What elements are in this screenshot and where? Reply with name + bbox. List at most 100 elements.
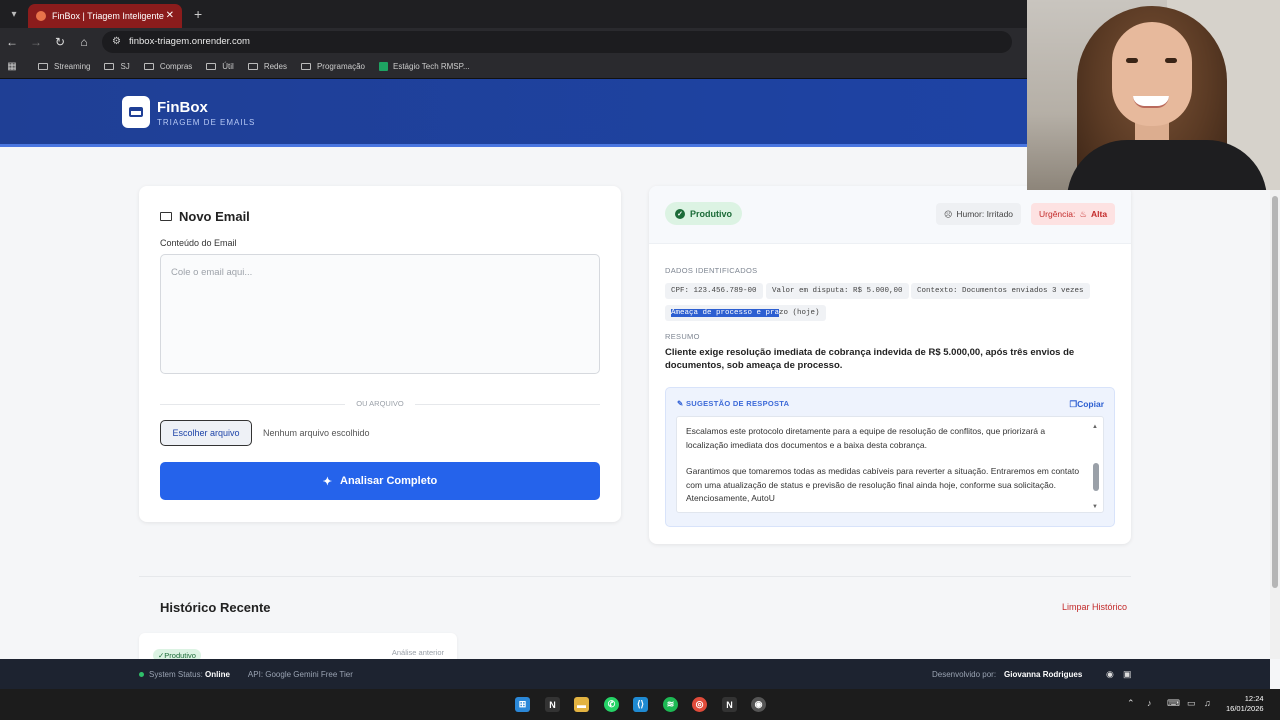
os-taskbar: ⊞ N ▬ ✆ ⟨⟩ ≋ ◎ N ◉ ⌃ ♪ ⌨ ▭ ♫ 12:24 16/01… (0, 689, 1280, 720)
notion-icon[interactable]: N (545, 697, 560, 712)
copy-icon: ❐ (1069, 399, 1078, 409)
bookmark-sj[interactable]: SJ (104, 62, 130, 71)
selected-text: Ameaça de processo e pra (671, 309, 780, 317)
new-email-card: Novo Email Conteúdo do Email Cole o emai… (139, 186, 621, 522)
category-badge: ✓ Produtivo (665, 202, 742, 225)
logo-icon (122, 96, 150, 128)
bookmark-redes[interactable]: Redes (247, 62, 287, 71)
bookmark-compras[interactable]: Compras (143, 62, 192, 71)
urgency-badge: Urgência: ♨ Alta (1031, 203, 1116, 225)
content-label: Conteúdo do Email (160, 238, 237, 248)
choose-file-button[interactable]: Escolher arquivo (160, 420, 252, 446)
card-title: Novo Email (160, 209, 250, 224)
chip-contexto: Contexto: Documentos enviados 3 vezes (911, 283, 1090, 299)
summary-section-title: RESUMO (665, 332, 700, 341)
whatsapp-icon[interactable]: ✆ (604, 697, 619, 712)
email-content-textarea[interactable]: Cole o email aqui... (160, 254, 600, 374)
system-clock[interactable]: 12:24 16/01/2026 (1226, 694, 1264, 714)
keyboard-icon[interactable]: ⌨ (1167, 698, 1180, 709)
folder-icon (206, 63, 217, 70)
copy-button[interactable]: ❐Copiar (1069, 399, 1104, 410)
sheets-icon (378, 62, 388, 71)
analyze-button[interactable]: ✦ Analisar Completo (160, 462, 600, 500)
status-dot-icon (139, 671, 144, 677)
clear-history-link[interactable]: Limpar Histórico (1062, 602, 1127, 612)
github-icon[interactable]: ◉ (1106, 669, 1114, 680)
data-section-title: DADOS IDENTIFICADOS (665, 266, 758, 275)
folder-icon (143, 63, 154, 70)
browser-tab[interactable]: FinBox | Triagem Inteligente ✕ (28, 3, 182, 28)
vscode-icon[interactable]: ⟨⟩ (633, 697, 648, 712)
scroll-down-icon[interactable]: ▼ (1092, 501, 1098, 512)
url-field[interactable]: ⚙ finbox-triagem.onrender.com (102, 30, 1012, 53)
page-scrollbar[interactable] (1270, 190, 1280, 659)
bookmark-programacao[interactable]: Programação (300, 62, 365, 71)
brand-subtitle: TRIAGEM DE EMAILS (157, 118, 256, 127)
folder-icon (247, 63, 258, 70)
folder-icon (300, 63, 311, 70)
spotify-icon[interactable]: ≋ (663, 697, 678, 712)
chip-valor: Valor em disputa: R$ 5.000,00 (766, 283, 909, 299)
check-circle-icon: ✓ (675, 208, 685, 219)
back-icon[interactable]: ← (0, 35, 24, 49)
summary-text: Cliente exige resolução imediata de cobr… (665, 347, 1075, 371)
history-item-meta: Análise anterior (391, 648, 444, 657)
history-title: Histórico Recente (160, 600, 271, 615)
brand-name: FinBox (157, 99, 208, 116)
api-info: API: Google Gemini Free Tier (247, 669, 353, 679)
suggestion-title: ✎ SUGESTÃO DE RESPOSTA (677, 399, 790, 408)
suggestion-paragraph-1: Escalamos este protocolo diretamente par… (686, 426, 1046, 450)
windows-start-icon[interactable]: ⊞ (515, 697, 530, 712)
tray-expand-icon[interactable]: ⌃ (1127, 698, 1135, 709)
forward-icon[interactable]: → (24, 35, 48, 49)
obs-icon[interactable]: ◉ (751, 697, 766, 712)
no-file-label: Nenhum arquivo escolhido (263, 428, 370, 438)
chrome-icon[interactable]: ◎ (692, 697, 707, 712)
bookmark-estagio[interactable]: Estágio Tech RMSP... (378, 62, 470, 71)
new-tab-icon[interactable]: + (194, 6, 202, 22)
tab-search-icon[interactable]: ▾ (2, 4, 26, 24)
system-status: System Status: Online (149, 669, 230, 679)
angry-face-icon: ☹ (944, 209, 953, 219)
suggestion-textarea[interactable]: Escalamos este protocolo diretamente par… (676, 416, 1104, 513)
humor-badge: ☹ Humor: Irritado (936, 203, 1022, 225)
result-header: ✓ Produtivo ☹ Humor: Irritado Urgência: … (649, 186, 1131, 244)
magic-wand-icon: ✦ (322, 475, 333, 488)
app-footer: System Status: Online API: Google Gemini… (0, 659, 1270, 689)
developer-credit: Desenvolvido por: Giovanna Rodrigues (932, 669, 1083, 679)
page-scroll-thumb[interactable] (1272, 196, 1278, 588)
history-item[interactable]: ✓Produtivo Análise anterior (139, 633, 457, 659)
tab-close-icon[interactable]: ✕ (166, 10, 174, 21)
envelope-icon (160, 212, 172, 221)
home-icon[interactable]: ⌂ (72, 35, 96, 49)
section-divider (139, 576, 1131, 577)
pencil-icon: ✎ (677, 399, 686, 408)
site-info-icon[interactable]: ⚙ (112, 36, 121, 47)
tab-title: FinBox | Triagem Inteligente (52, 10, 164, 21)
favicon-icon (36, 10, 46, 21)
apps-grid-icon[interactable]: ▦ (0, 61, 24, 72)
reload-icon[interactable]: ↻ (48, 35, 72, 49)
history-item-badge: ✓Produtivo (153, 649, 201, 659)
notion-app-icon[interactable]: N (722, 697, 737, 712)
linkedin-icon[interactable]: ▣ (1123, 669, 1132, 680)
bookmark-util[interactable]: Útil (206, 62, 234, 71)
display-icon[interactable]: ▭ (1187, 698, 1196, 709)
result-card: ✓ Produtivo ☹ Humor: Irritado Urgência: … (649, 186, 1131, 544)
chip-cpf: CPF: 123.456.789-00 (665, 283, 763, 299)
file-explorer-icon[interactable]: ▬ (574, 697, 589, 712)
url-text: finbox-triagem.onrender.com (128, 36, 250, 47)
volume-icon[interactable]: ♫ (1204, 698, 1211, 708)
folder-icon (38, 63, 48, 70)
microphone-icon[interactable]: ♪ (1147, 698, 1152, 708)
scroll-thumb[interactable] (1093, 463, 1099, 491)
suggestion-paragraph-2: Garantimos que tomaremos todas as medida… (686, 466, 1080, 503)
suggestion-box: ✎ SUGESTÃO DE RESPOSTA ❐Copiar Escalamos… (665, 387, 1115, 527)
textarea-scrollbar[interactable]: ▲ ▼ (1092, 424, 1099, 510)
bookmark-streaming[interactable]: Streaming (38, 62, 90, 71)
chip-ameaca: Ameaça de processo e pra zo (hoje) (665, 305, 826, 321)
webcam-overlay (1027, 0, 1280, 190)
folder-icon (104, 63, 115, 70)
or-file-divider: OU ARQUIVO (160, 399, 600, 409)
scroll-up-icon[interactable]: ▲ (1092, 421, 1098, 435)
